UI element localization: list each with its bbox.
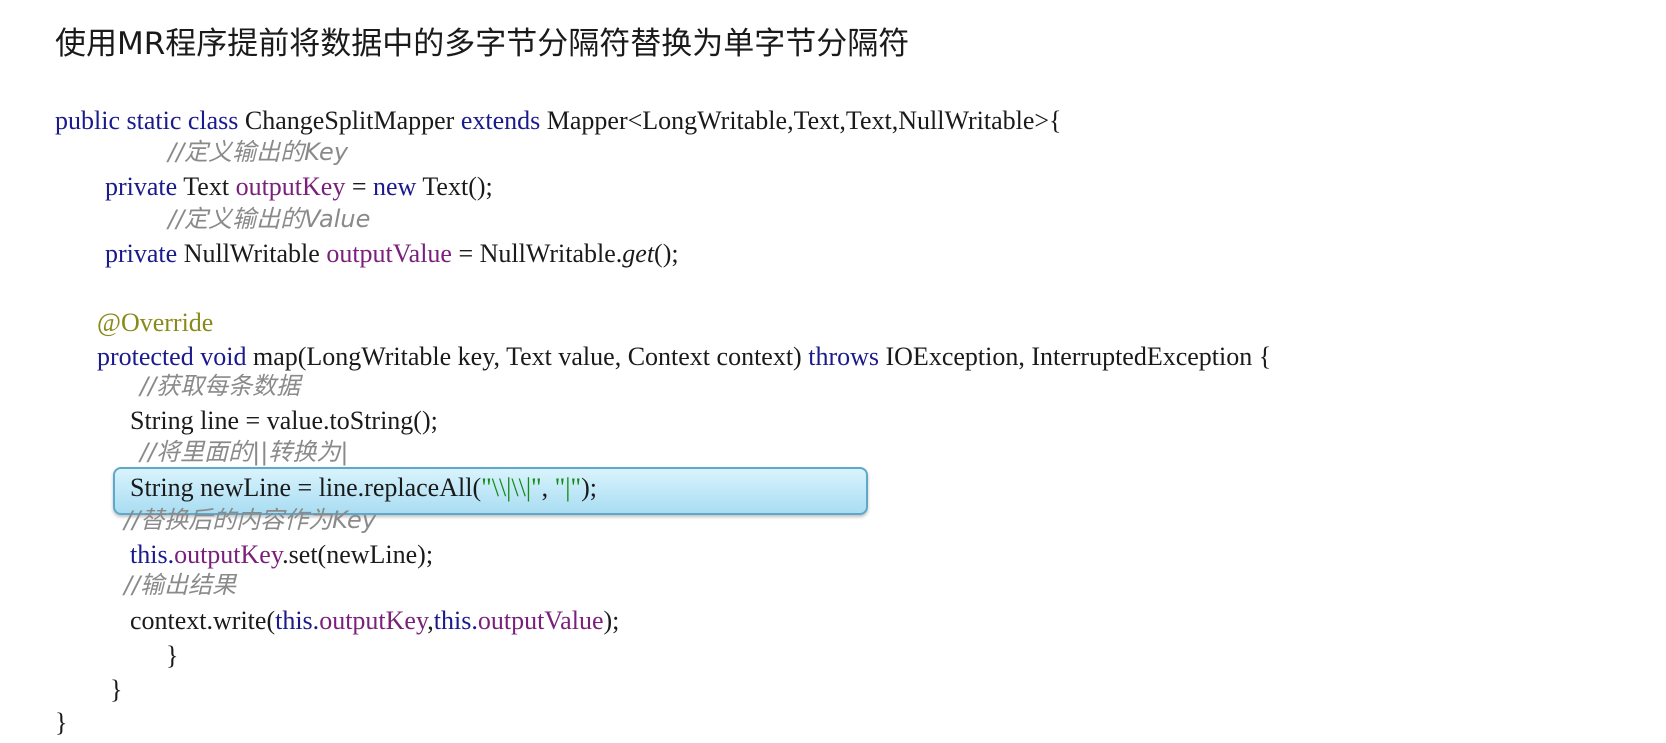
keyword: class [187,106,239,135]
code-comment: //将里面的||转换为| [140,438,349,466]
method-name: get [622,239,655,268]
field-name: outputValue [477,606,604,635]
code-line-output-value: private NullWritable outputValue = NullW… [105,238,679,270]
code-text: IOException, InterruptedException { [885,342,1272,371]
operator: = [351,172,367,201]
field-name: outputKey [235,172,346,201]
type-name: NullWritable [183,239,320,268]
code-comment: //输出结果 [124,571,237,599]
keyword: throws [808,342,879,371]
code-comment: //定义输出的Value [168,205,371,233]
string-literal: "\\|\\|" [481,473,542,502]
closing-brace: } [166,641,179,670]
generic-type: Mapper<LongWritable,Text,Text,NullWritab… [546,106,1062,135]
code-line-output-key: private Text outputKey = new Text(); [105,171,493,203]
code-line-context-write: context.write(this.outputKey,this.output… [130,605,619,637]
code-line-replace-all: String newLine = line.replaceAll("\\|\\|… [130,472,597,504]
annotation: @Override [97,308,214,337]
keyword: protected [97,342,194,371]
field-name: outputKey [174,540,283,569]
code-text: context.write( [130,606,276,635]
code-text: String newLine = line.replaceAll( [130,473,482,502]
code-line-set-key: this.outputKey.set(newLine); [130,539,433,571]
slide-title: 使用MR程序提前将数据中的多字节分隔符替换为单字节分隔符 [55,26,910,62]
closing-brace: } [55,708,68,737]
code-text: ); [581,473,597,502]
code-text: map(LongWritable key, Text value, Contex… [252,342,802,371]
keyword: this. [433,606,478,635]
keyword: public [55,106,120,135]
code-comment: //定义输出的Key [168,138,349,166]
code-text: .set(newLine); [282,540,434,569]
code-line-annotation: @Override [97,307,213,339]
keyword: void [200,342,247,371]
code-text: ); [603,606,620,635]
code-line-get-line: String line = value.toString(); [130,406,438,435]
field-name: outputValue [326,239,452,268]
keyword: static [126,106,182,135]
code-line-class-declaration: public static class ChangeSplitMapper ex… [55,105,1062,137]
code-line-method-signature: protected void map(LongWritable key, Tex… [97,341,1271,373]
keyword: this. [275,606,320,635]
string-literal: "|" [554,473,582,502]
keyword: new [373,172,417,201]
keyword: extends [460,106,541,135]
code-text: = NullWritable. [458,239,623,268]
code-text: (); [654,239,679,268]
field-name: outputKey [319,606,428,635]
code-comment: //替换后的内容作为Key [124,506,377,534]
keyword: this. [130,540,175,569]
closing-brace: } [110,675,123,704]
class-name: ChangeSplitMapper [244,106,455,135]
type-name: Text [183,172,230,201]
code-text: Text(); [422,172,493,201]
code-comment: //获取每条数据 [140,372,301,400]
keyword: private [105,239,178,268]
keyword: private [105,172,178,201]
code-text: , [541,473,555,502]
